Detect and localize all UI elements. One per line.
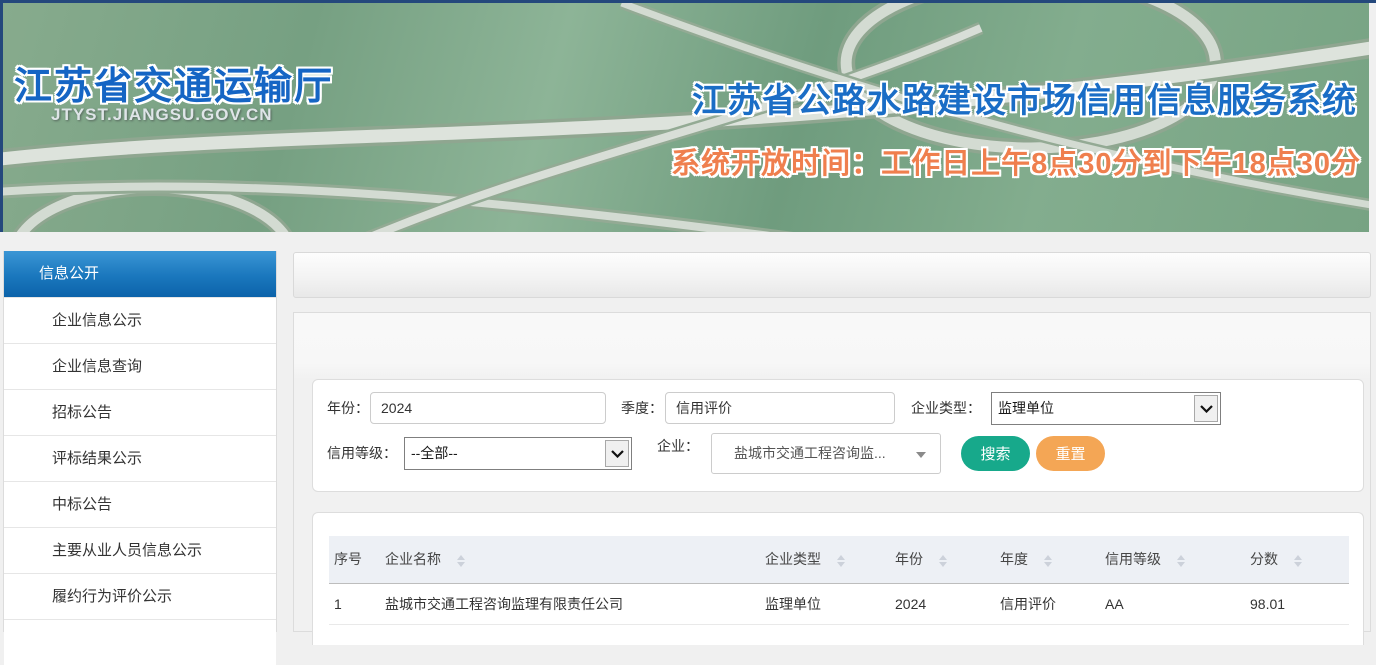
- table-header-row: 序号 企业名称 企业类型 年份 年度 信用等级: [329, 536, 1349, 583]
- content-panel: 年份： 季度： 企业类型： 监理单位 信用等级： --全部-- 企业： 盐城市交…: [293, 312, 1371, 632]
- sort-icon[interactable]: [1044, 555, 1052, 567]
- year-input[interactable]: [370, 392, 606, 424]
- column-header-seq: 序号: [329, 536, 377, 583]
- results-table: 序号 企业名称 企业类型 年份 年度 信用等级: [329, 536, 1349, 625]
- company-combobox[interactable]: 盐城市交通工程咨询监...: [711, 433, 941, 474]
- sort-icon[interactable]: [939, 555, 947, 567]
- chevron-down-icon: [605, 440, 629, 467]
- credit-level-selected-value: --全部--: [411, 438, 458, 469]
- sidebar-item-partial[interactable]: [4, 619, 276, 665]
- sort-icon[interactable]: [1294, 555, 1302, 567]
- cell-company-name: 盐城市交通工程咨询监理有限责任公司: [377, 583, 757, 624]
- breadcrumb-bar: [293, 252, 1371, 298]
- column-header-company-type[interactable]: 企业类型: [757, 536, 887, 583]
- sort-icon[interactable]: [837, 555, 845, 567]
- company-selected-value: 盐城市交通工程咨询监...: [734, 434, 886, 473]
- search-form: 年份： 季度： 企业类型： 监理单位 信用等级： --全部-- 企业： 盐城市交…: [312, 379, 1364, 492]
- sidebar-item-bid-evaluation-result[interactable]: 评标结果公示: [4, 435, 276, 481]
- reset-button[interactable]: 重置: [1036, 436, 1105, 471]
- column-header-company-name[interactable]: 企业名称: [377, 536, 757, 583]
- system-title: 江苏省公路水路建设市场信用信息服务系统: [692, 73, 1357, 122]
- dropdown-arrow-icon: [916, 452, 926, 458]
- sidebar-item-winning-bid-announcement[interactable]: 中标公告: [4, 481, 276, 527]
- cell-period: 信用评价: [992, 583, 1097, 624]
- sidebar-item-key-personnel-info[interactable]: 主要从业人员信息公示: [4, 527, 276, 573]
- quarter-label: 季度：: [621, 392, 663, 425]
- cell-company-type: 监理单位: [757, 583, 887, 624]
- credit-level-label: 信用等级：: [327, 437, 397, 470]
- header-banner: 江苏省交通运输厅 JTYST.JIANGSU.GOV.CN 江苏省公路水路建设市…: [0, 3, 1369, 232]
- sort-icon[interactable]: [457, 555, 465, 567]
- column-header-period[interactable]: 年度: [992, 536, 1097, 583]
- credit-level-select[interactable]: --全部--: [404, 437, 632, 470]
- year-label: 年份：: [327, 392, 369, 425]
- column-header-year[interactable]: 年份: [887, 536, 992, 583]
- column-header-credit-level[interactable]: 信用等级: [1097, 536, 1242, 583]
- company-type-selected-value: 监理单位: [998, 393, 1054, 424]
- table-row: 1 盐城市交通工程咨询监理有限责任公司 监理单位 2024 信用评价 AA 98…: [329, 583, 1349, 624]
- sidebar-item-bid-announcement[interactable]: 招标公告: [4, 389, 276, 435]
- sidebar-item-company-info-publicity[interactable]: 企业信息公示: [4, 297, 276, 343]
- site-logo-title: 江苏省交通运输厅: [14, 55, 334, 110]
- cell-year: 2024: [887, 583, 992, 624]
- cell-seq: 1: [329, 583, 377, 624]
- quarter-input[interactable]: [665, 392, 895, 424]
- results-table-card: 序号 企业名称 企业类型 年份 年度 信用等级: [312, 512, 1364, 645]
- cell-score: 98.01: [1242, 583, 1349, 624]
- column-header-score[interactable]: 分数: [1242, 536, 1349, 583]
- sidebar-menu: 信息公开 企业信息公示 企业信息查询 招标公告 评标结果公示 中标公告 主要从业…: [3, 251, 277, 632]
- sort-icon[interactable]: [1177, 555, 1185, 567]
- company-type-label: 企业类型：: [911, 392, 981, 425]
- sidebar-header-info-disclosure[interactable]: 信息公开: [4, 251, 276, 297]
- cell-credit-level: AA: [1097, 583, 1242, 624]
- site-logo-url: JTYST.JIANGSU.GOV.CN: [51, 105, 273, 125]
- sidebar-item-performance-evaluation[interactable]: 履约行为评价公示: [4, 573, 276, 619]
- sidebar-item-company-info-query[interactable]: 企业信息查询: [4, 343, 276, 389]
- search-button[interactable]: 搜索: [961, 436, 1030, 471]
- company-type-select[interactable]: 监理单位: [991, 392, 1221, 425]
- system-open-hours-notice: 系统开放时间：工作日上午8点30分到下午18点30分: [671, 140, 1361, 182]
- chevron-down-icon: [1194, 395, 1218, 422]
- company-label: 企业：: [657, 430, 699, 463]
